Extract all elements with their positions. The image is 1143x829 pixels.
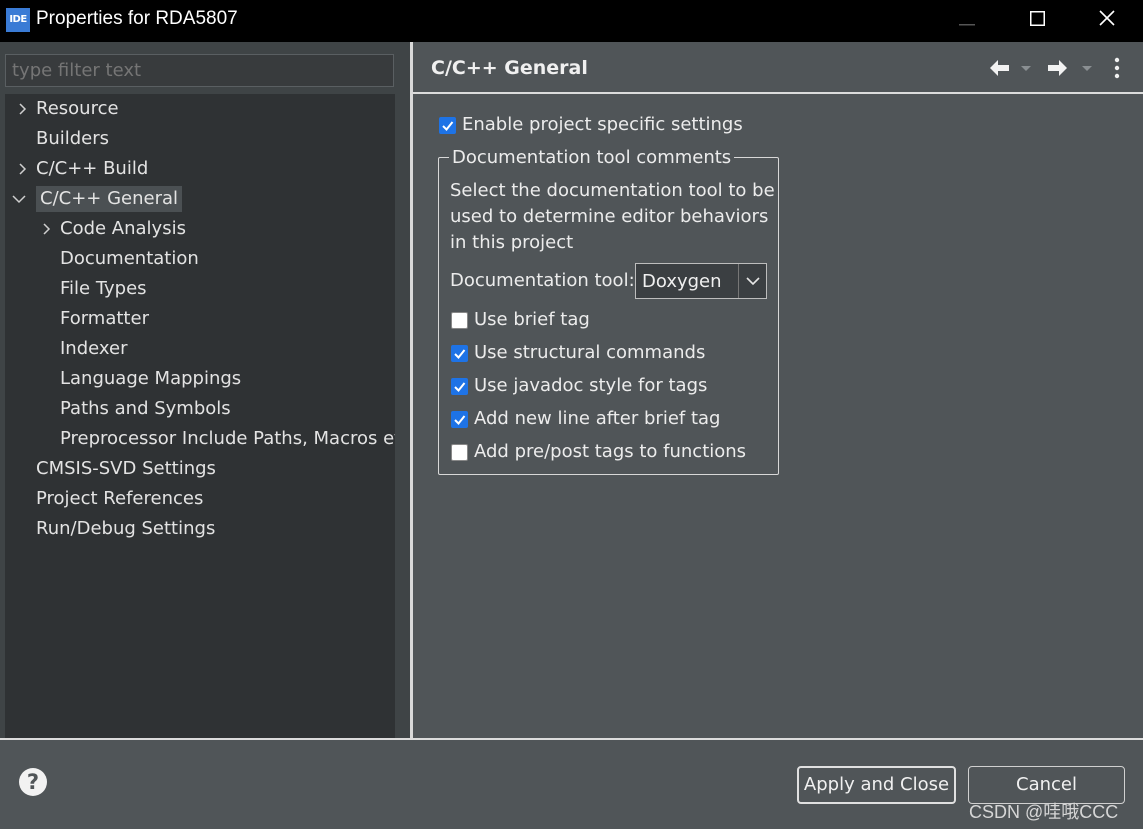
documentation-tool-select[interactable]: Doxygen [635,263,767,299]
close-icon [1099,9,1115,31]
back-dropdown-icon[interactable] [1018,56,1034,80]
chevron-down-icon[interactable] [12,186,26,212]
tree-item-preprocessor-include-paths[interactable]: Preprocessor Include Paths, Macros et [60,426,395,452]
tree-item-project-references[interactable]: Project References [36,486,203,512]
add-new-line-after-brief-label: Add new line after brief tag [474,408,721,429]
apply-and-close-button[interactable]: Apply and Close [797,766,956,804]
tree-item-label: Project References [36,488,204,509]
chevron-down-icon[interactable] [738,264,766,298]
documentation-tool-label: Documentation tool: [450,270,635,291]
close-button[interactable] [1072,0,1142,40]
group-legend: Documentation tool comments [449,147,735,168]
title-bar: IDE Properties for RDA5807 [0,0,1143,42]
tree-item-label: Paths and Symbols [60,398,231,419]
chevron-right-icon[interactable] [16,156,30,182]
use-javadoc-style-label: Use javadoc style for tags [474,375,708,396]
tree-item-label: Language Mappings [60,368,242,389]
tree-item-file-types[interactable]: File Types [60,276,147,302]
tree-item-label: Indexer [60,338,128,359]
forward-arrow-icon[interactable] [1046,56,1070,80]
forward-dropdown-icon[interactable] [1079,56,1095,80]
tree-item-label: Code Analysis [60,218,186,239]
tree-item-label: Resource [36,98,119,119]
tree-item-builders[interactable]: Builders [36,126,109,152]
enable-project-specific-checkbox[interactable] [439,117,456,134]
documentation-tool-value: Doxygen [642,271,722,292]
tree-item-cmsis-svd-settings[interactable]: CMSIS-SVD Settings [36,456,216,482]
checkmark-icon [454,415,466,425]
more-menu-icon[interactable] [1110,56,1124,80]
tree-item-indexer[interactable]: Indexer [60,336,127,362]
window-title: Properties for RDA5807 [36,8,238,29]
filter-input[interactable] [5,54,394,87]
minimize-button[interactable] [932,0,1002,40]
checkmark-icon [454,382,466,392]
use-structural-commands-label: Use structural commands [474,342,706,363]
tree-item-code-analysis[interactable]: Code Analysis [40,216,186,242]
use-javadoc-style-checkbox[interactable] [451,378,468,395]
app-icon: IDE [6,8,30,32]
checkmark-icon [454,349,466,359]
tree-item-documentation[interactable]: Documentation [60,246,199,272]
tree-item-label: File Types [60,278,147,299]
tree-item-cpp-build[interactable]: C/C++ Build [16,156,148,182]
use-brief-tag-checkbox[interactable] [451,312,468,329]
help-icon[interactable]: ? [19,768,47,796]
add-pre-post-tags-label: Add pre/post tags to functions [474,441,747,462]
add-new-line-after-brief-checkbox[interactable] [451,411,468,428]
tree-item-label: Formatter [60,308,149,329]
watermark: CSDN @哇哦CCC [969,802,1119,822]
left-pane: Resource Builders C/C++ Build C/C++ Gene… [0,42,410,738]
maximize-button[interactable] [1002,0,1072,40]
tree-item-paths-and-symbols[interactable]: Paths and Symbols [60,396,231,422]
minimize-icon [959,10,975,31]
tree-item-label: CMSIS-SVD Settings [36,458,216,479]
group-description: Select the documentation tool to be used… [450,180,775,253]
tree-item-label: Run/Debug Settings [36,518,216,539]
page-title: C/C++ General [431,57,588,79]
page-header: C/C++ General [413,42,1143,94]
tree-item-run-debug-settings[interactable]: Run/Debug Settings [36,516,215,542]
chevron-right-icon[interactable] [16,96,30,122]
tree-item-label: Builders [36,128,110,149]
tree-item-label: C/C++ General [36,186,183,212]
property-tree: Resource Builders C/C++ Build C/C++ Gene… [5,94,395,738]
back-arrow-icon[interactable] [987,56,1011,80]
tree-item-label: Preprocessor Include Paths, Macros et [60,428,395,449]
tree-item-formatter[interactable]: Formatter [60,306,149,332]
use-structural-commands-checkbox[interactable] [451,345,468,362]
maximize-icon [1029,10,1045,31]
documentation-tool-group: Documentation tool comments Select the d… [438,147,779,475]
dialog-footer: ? Apply and Close Cancel CSDN @哇哦CCC [0,738,1143,829]
checkmark-icon [442,121,454,131]
add-pre-post-tags-checkbox[interactable] [451,444,468,461]
use-brief-tag-label: Use brief tag [474,309,590,330]
tree-item-label: Documentation [60,248,199,269]
tree-item-resource[interactable]: Resource [16,96,119,122]
enable-project-specific-label: Enable project specific settings [462,114,743,135]
tree-item-cpp-general[interactable]: C/C++ General [12,186,183,212]
tree-item-language-mappings[interactable]: Language Mappings [60,366,241,392]
right-pane: C/C++ General Enable project specific se… [413,42,1143,738]
chevron-right-icon[interactable] [40,216,54,242]
tree-item-label: C/C++ Build [36,158,149,179]
